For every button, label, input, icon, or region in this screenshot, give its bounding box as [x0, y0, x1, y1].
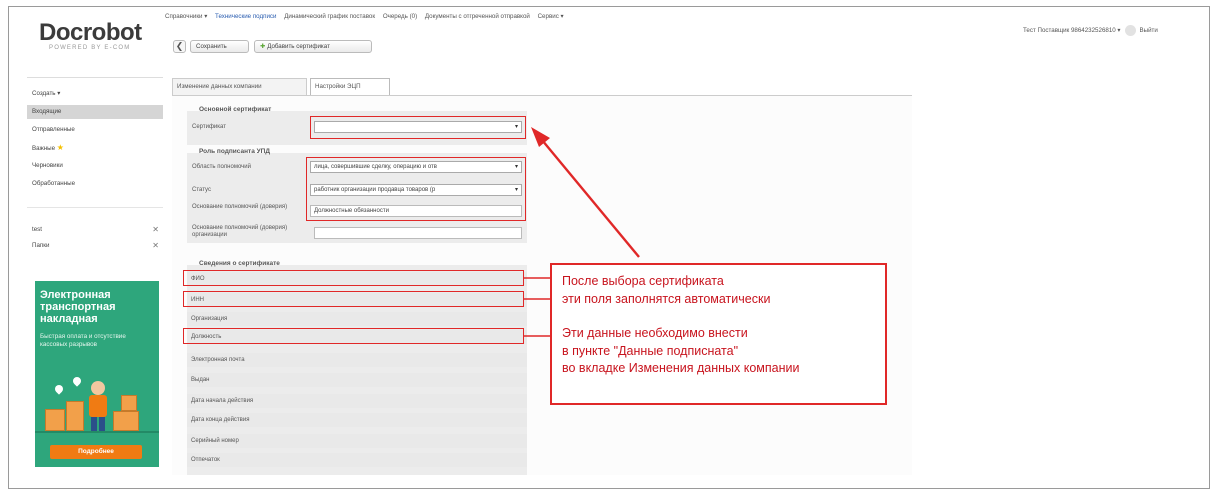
- annotation-line-2: эти поля заполнятся автоматически: [562, 291, 771, 306]
- app-window: Docrobot POWERED BY E-COM Справочники ▾ …: [8, 6, 1210, 489]
- annotation-line-3: Эти данные необходимо внести: [562, 326, 748, 340]
- annotation-line-1: После выбора сертификата: [562, 274, 724, 288]
- annotation-line-5: во вкладке Изменения данных компании: [562, 361, 800, 375]
- annotation-arrows: [524, 127, 640, 337]
- annotation-note: После выбора сертификата эти поля заполн…: [550, 263, 887, 405]
- annotation-line-4: в пункте "Данные подписната": [562, 343, 739, 358]
